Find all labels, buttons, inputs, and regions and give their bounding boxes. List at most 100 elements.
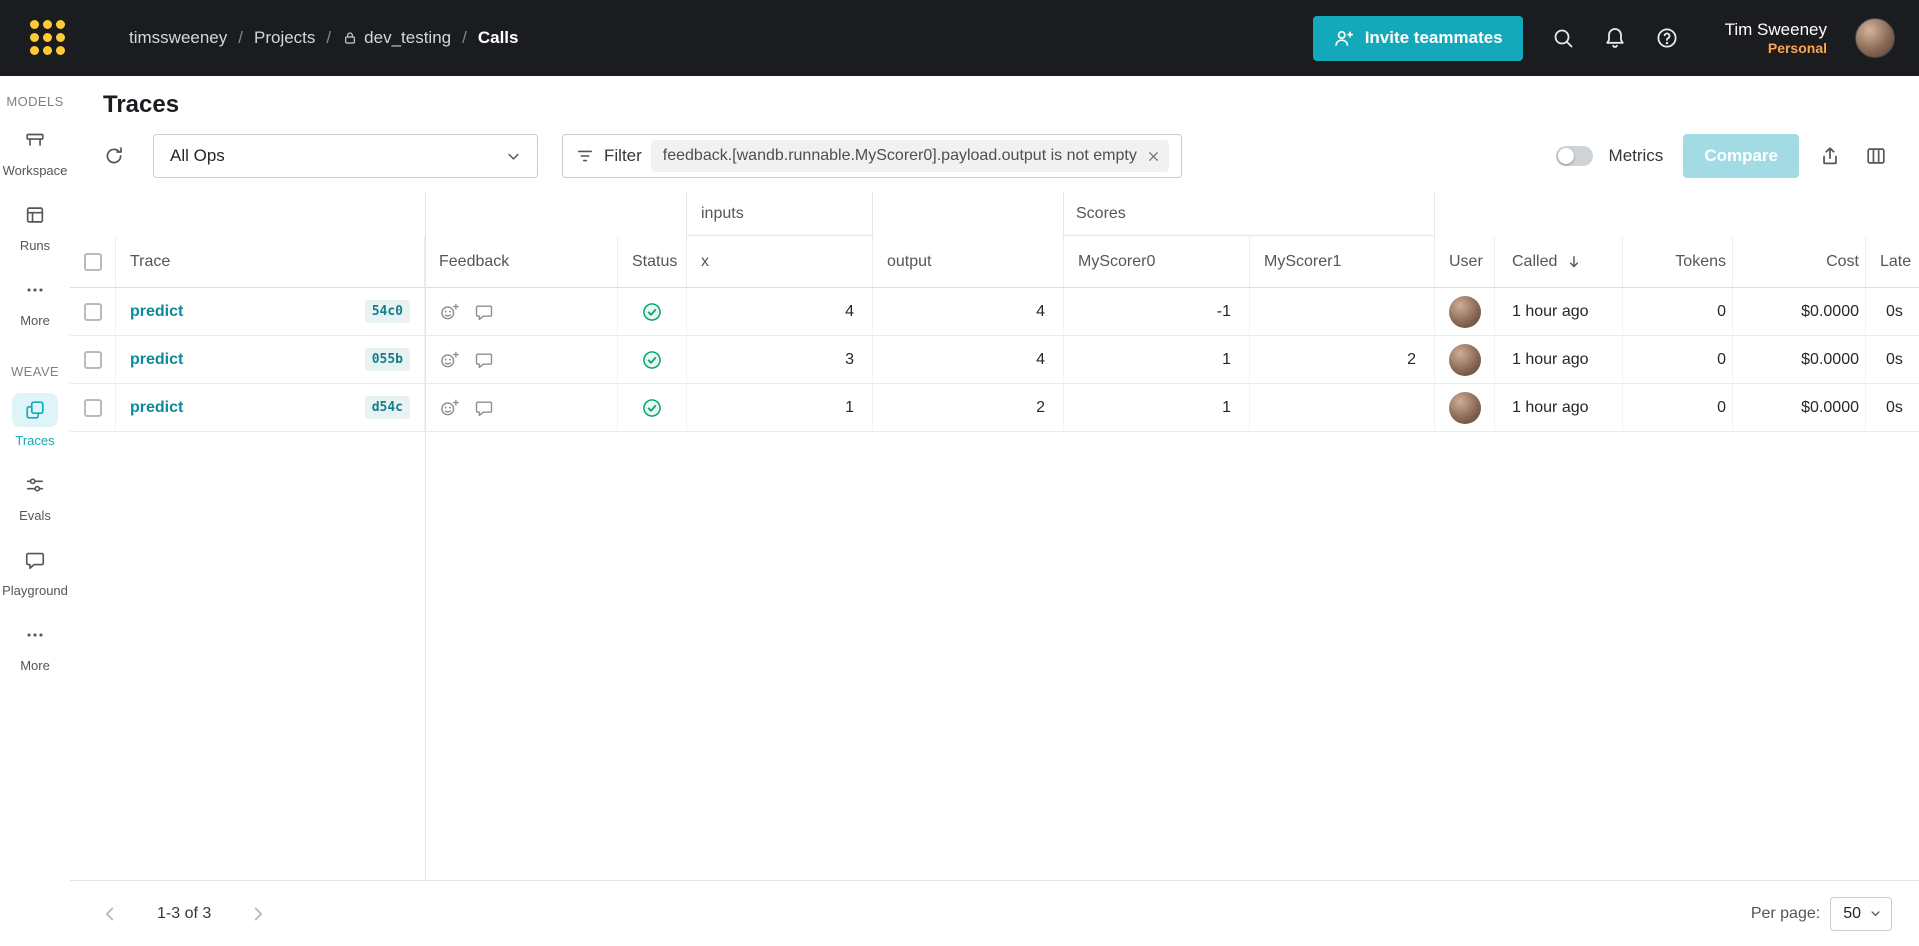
- per-page-control: Per page: 50: [1750, 896, 1892, 931]
- called-cell: 1 hour ago: [1495, 384, 1623, 431]
- myscorer0-cell: 1: [1064, 336, 1250, 383]
- page-title: Traces: [103, 91, 180, 118]
- filter-chip-remove-icon[interactable]: [1146, 149, 1161, 164]
- column-header-feedback[interactable]: Feedback: [425, 236, 618, 287]
- trace-op-link[interactable]: predict: [130, 399, 183, 417]
- status-success-icon: [641, 301, 663, 323]
- per-page-select[interactable]: 50: [1830, 896, 1892, 931]
- column-header-cost[interactable]: Cost: [1733, 236, 1866, 287]
- trace-id-badge[interactable]: d54c: [364, 396, 410, 419]
- row-select-cell: [70, 384, 116, 431]
- main-content: Traces All Ops Filter feedback.[wandb.ru…: [70, 76, 1919, 946]
- tokens-cell: 0: [1623, 288, 1733, 335]
- user-cell: [1435, 384, 1495, 431]
- breadcrumb-projects[interactable]: Projects: [254, 28, 315, 48]
- feedback-cell: [425, 384, 618, 431]
- sidebar-item-more-models[interactable]: More: [12, 273, 58, 328]
- person-add-icon: [1333, 28, 1354, 49]
- output-cell: 4: [873, 288, 1064, 335]
- column-header-output[interactable]: output: [873, 236, 1064, 287]
- sidebar-item-runs[interactable]: Runs: [12, 198, 58, 253]
- sidebar-item-workspace[interactable]: Workspace: [3, 123, 67, 178]
- per-page-label: Per page:: [1750, 904, 1821, 922]
- row-checkbox[interactable]: [83, 398, 102, 417]
- user-avatar: [1448, 343, 1481, 376]
- latency-cell: 0s: [1886, 350, 1903, 368]
- comment-icon[interactable]: [474, 302, 494, 322]
- ops-filter-select[interactable]: All Ops: [153, 134, 538, 178]
- group-header-scores: Scores: [1064, 192, 1435, 236]
- select-all-checkbox[interactable]: [83, 252, 102, 271]
- add-reaction-icon[interactable]: [439, 302, 459, 322]
- called-cell: 1 hour ago: [1495, 336, 1623, 383]
- comment-icon[interactable]: [474, 398, 494, 418]
- help-icon[interactable]: [1655, 26, 1679, 50]
- column-header-trace[interactable]: Trace: [116, 236, 425, 287]
- sidebar-item-evals[interactable]: Evals: [12, 468, 58, 523]
- trace-id-badge[interactable]: 055b: [364, 348, 410, 371]
- user-cell: [1435, 288, 1495, 335]
- chevron-down-icon: [1868, 906, 1883, 921]
- notifications-bell-icon[interactable]: [1603, 26, 1627, 50]
- filter-control[interactable]: Filter feedback.[wandb.runnable.MyScorer…: [562, 134, 1182, 178]
- per-page-value: 50: [1843, 904, 1861, 922]
- cost-cell: $0.0000: [1733, 384, 1866, 431]
- add-reaction-icon[interactable]: [439, 350, 459, 370]
- comment-icon[interactable]: [474, 350, 494, 370]
- filter-chip[interactable]: feedback.[wandb.runnable.MyScorer0].payl…: [650, 140, 1169, 172]
- search-icon[interactable]: [1551, 26, 1575, 50]
- sort-desc-arrow-icon: [1565, 253, 1583, 271]
- myscorer1-cell: 2: [1250, 336, 1435, 383]
- refresh-icon[interactable]: [99, 141, 129, 171]
- table-row[interactable]: predict 54c0 4 4 -1 1 hour ago 0 $0.0000: [70, 288, 1919, 336]
- select-all-cell: [70, 236, 116, 287]
- next-page-icon[interactable]: [247, 903, 269, 925]
- sidebar-item-more-weave[interactable]: More: [12, 618, 58, 673]
- column-header-called[interactable]: Called: [1495, 236, 1623, 287]
- breadcrumb-project[interactable]: dev_testing: [342, 28, 451, 48]
- previous-page-icon[interactable]: [99, 903, 121, 925]
- row-checkbox[interactable]: [83, 302, 102, 321]
- chevron-down-icon: [504, 147, 523, 166]
- workspace-icon: [24, 129, 46, 151]
- table-row[interactable]: predict d54c 1 2 1 1 hour ago 0 $0.0000: [70, 384, 1919, 432]
- compare-button[interactable]: Compare: [1683, 134, 1799, 178]
- trace-id-badge[interactable]: 54c0: [364, 300, 410, 323]
- feedback-cell: [425, 288, 618, 335]
- column-settings-icon[interactable]: [1861, 141, 1891, 171]
- invite-teammates-button[interactable]: Invite teammates: [1312, 15, 1523, 61]
- user-menu[interactable]: Tim Sweeney Personal: [1725, 19, 1827, 58]
- breadcrumb: timssweeney / Projects / dev_testing / C…: [129, 28, 518, 48]
- toolbar-right: Metrics Compare: [1555, 134, 1891, 178]
- column-divider: [425, 192, 426, 880]
- input-x-cell: 4: [687, 288, 873, 335]
- ops-filter-value: All Ops: [170, 146, 225, 165]
- wandb-logo-icon[interactable]: [30, 19, 67, 57]
- add-reaction-icon[interactable]: [439, 398, 459, 418]
- column-header-latency[interactable]: Late: [1866, 236, 1919, 287]
- breadcrumb-calls[interactable]: Calls: [478, 28, 519, 48]
- column-header-tokens[interactable]: Tokens: [1623, 236, 1733, 287]
- breadcrumb-entity[interactable]: timssweeney: [129, 28, 227, 48]
- column-header-x[interactable]: x: [687, 236, 873, 287]
- traces-table: inputs Scores Trace Feedback Status x ou…: [70, 192, 1919, 880]
- sidebar-item-playground[interactable]: Playground: [2, 543, 68, 598]
- column-header-user[interactable]: User: [1435, 236, 1495, 287]
- status-cell: [618, 288, 687, 335]
- status-success-icon: [641, 397, 663, 419]
- myscorer1-cell: [1250, 288, 1435, 335]
- trace-cell: predict 54c0: [116, 288, 425, 335]
- user-avatar[interactable]: [1855, 18, 1895, 58]
- column-header-myscorer1[interactable]: MyScorer1: [1250, 236, 1435, 287]
- export-icon[interactable]: [1815, 141, 1845, 171]
- trace-op-link[interactable]: predict: [130, 351, 183, 369]
- sidebar-item-traces[interactable]: Traces: [12, 393, 58, 448]
- column-header-status[interactable]: Status: [618, 236, 687, 287]
- column-header-myscorer0[interactable]: MyScorer0: [1064, 236, 1250, 287]
- row-checkbox[interactable]: [83, 350, 102, 369]
- myscorer0-cell: -1: [1064, 288, 1250, 335]
- metrics-toggle[interactable]: [1555, 146, 1593, 166]
- table-row[interactable]: predict 055b 3 4 1 2 1 hour ago 0 $0.000…: [70, 336, 1919, 384]
- lock-icon: [342, 30, 358, 46]
- trace-op-link[interactable]: predict: [130, 303, 183, 321]
